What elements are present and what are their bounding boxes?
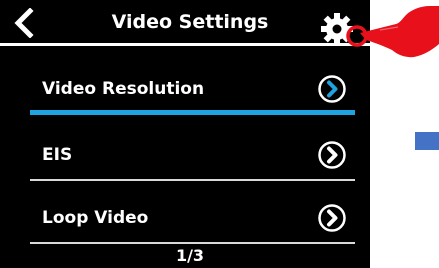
- menu-item-video-resolution[interactable]: Video Resolution: [30, 65, 355, 115]
- back-chevron-icon[interactable]: [10, 8, 40, 38]
- page-indicator: 1/3: [175, 246, 205, 265]
- row-divider: [30, 179, 355, 181]
- page-title: Video Settings: [111, 11, 269, 33]
- menu-item-label: Video Resolution: [42, 79, 205, 99]
- chevron-right-circle-icon[interactable]: [317, 203, 347, 233]
- top-bar: Video Settings: [0, 0, 370, 45]
- menu-item-label: Loop Video: [42, 208, 149, 228]
- background-blue-tab: [415, 132, 439, 150]
- header-divider: [0, 43, 370, 46]
- chevron-right-circle-icon[interactable]: [317, 74, 347, 104]
- menu-item-eis[interactable]: EIS: [30, 131, 355, 181]
- chevron-right-circle-icon[interactable]: [317, 140, 347, 170]
- device-screen: Video Settings Video Resolution EIS Loop…: [0, 0, 370, 268]
- selection-underline: [30, 110, 355, 115]
- menu-item-loop-video[interactable]: Loop Video: [30, 194, 355, 244]
- row-divider: [30, 242, 355, 244]
- hand-pointer-icon: [346, 6, 439, 58]
- menu-item-label: EIS: [42, 145, 73, 165]
